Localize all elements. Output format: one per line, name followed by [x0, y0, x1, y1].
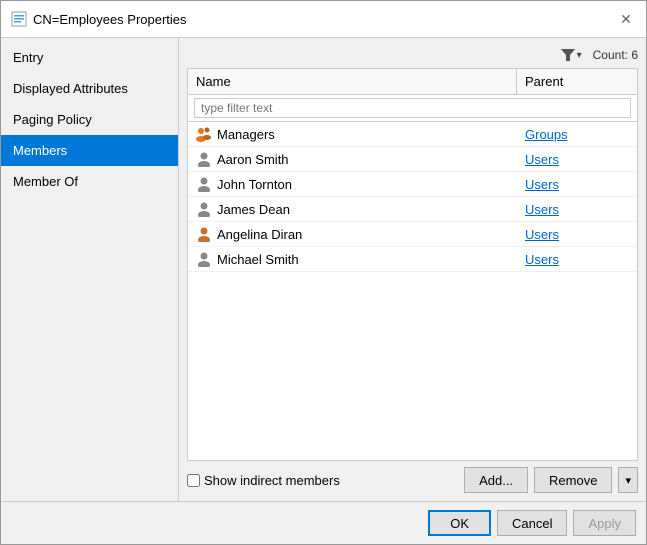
user-icon — [196, 176, 212, 192]
filter-dropdown-arrow: ▾ — [577, 50, 582, 61]
cell-name: Managers — [188, 122, 517, 146]
sidebar-item-member-of[interactable]: Member Of — [1, 166, 178, 197]
filter-row — [188, 95, 637, 122]
parent-link[interactable]: Users — [525, 227, 559, 242]
sidebar-item-displayed-attributes[interactable]: Displayed Attributes — [1, 73, 178, 104]
cell-name: Angelina Diran — [188, 222, 517, 246]
cell-name: Michael Smith — [188, 247, 517, 271]
cancel-button[interactable]: Cancel — [497, 510, 567, 536]
user-icon — [196, 251, 212, 267]
user-icon — [196, 201, 212, 217]
cell-parent: Users — [517, 172, 637, 196]
dialog-title: CN=Employees Properties — [33, 12, 187, 27]
user-icon — [196, 226, 212, 242]
table-body: Managers Groups Aaron S — [188, 122, 637, 460]
members-table: Name Parent — [187, 68, 638, 461]
dialog-body: Entry Displayed Attributes Paging Policy… — [1, 38, 646, 501]
parent-link[interactable]: Users — [525, 202, 559, 217]
toolbar-row: ▾ Count: 6 — [187, 46, 638, 64]
col-header-name: Name — [188, 69, 517, 94]
show-indirect-members-checkbox[interactable] — [187, 474, 200, 487]
col-header-parent: Parent — [517, 69, 637, 94]
sidebar-item-entry[interactable]: Entry — [1, 42, 178, 73]
table-row[interactable]: Michael Smith Users — [188, 247, 637, 272]
cell-parent: Users — [517, 222, 637, 246]
table-row[interactable]: Managers Groups — [188, 122, 637, 147]
count-label: Count: 6 — [593, 48, 638, 62]
parent-link[interactable]: Users — [525, 177, 559, 192]
cell-name: James Dean — [188, 197, 517, 221]
dialog-window: CN=Employees Properties ✕ Entry Displaye… — [0, 0, 647, 545]
cell-name: John Tornton — [188, 172, 517, 196]
table-row[interactable]: John Tornton Users — [188, 172, 637, 197]
main-content: ▾ Count: 6 Name Parent — [179, 38, 646, 501]
table-row[interactable]: Aaron Smith Users — [188, 147, 637, 172]
filter-input[interactable] — [194, 98, 631, 118]
table-header: Name Parent — [188, 69, 637, 95]
cell-parent: Users — [517, 147, 637, 171]
add-button[interactable]: Add... — [464, 467, 528, 493]
ok-button[interactable]: OK — [428, 510, 491, 536]
dialog-icon — [11, 11, 27, 27]
cell-parent: Groups — [517, 122, 637, 146]
sidebar-item-paging-policy[interactable]: Paging Policy — [1, 104, 178, 135]
dialog-footer: OK Cancel Apply — [1, 501, 646, 544]
parent-link[interactable]: Users — [525, 152, 559, 167]
user-icon — [196, 151, 212, 167]
parent-link[interactable]: Users — [525, 252, 559, 267]
close-button[interactable]: ✕ — [616, 9, 636, 29]
cell-name: Aaron Smith — [188, 147, 517, 171]
show-indirect-members-label[interactable]: Show indirect members — [187, 473, 340, 488]
dropdown-arrow-icon: ▾ — [625, 475, 631, 487]
cell-parent: Users — [517, 247, 637, 271]
cell-parent: Users — [517, 197, 637, 221]
title-bar: CN=Employees Properties ✕ — [1, 1, 646, 38]
filter-icon — [561, 49, 575, 61]
table-row[interactable]: James Dean Users — [188, 197, 637, 222]
dropdown-button[interactable]: ▾ — [618, 467, 638, 493]
group-icon — [196, 126, 212, 142]
parent-link[interactable]: Groups — [525, 127, 568, 142]
filter-button[interactable]: ▾ — [556, 46, 587, 64]
sidebar-item-members[interactable]: Members — [1, 135, 178, 166]
table-row[interactable]: Angelina Diran Users — [188, 222, 637, 247]
remove-button[interactable]: Remove — [534, 467, 612, 493]
bottom-controls: Show indirect members Add... Remove ▾ — [187, 467, 638, 493]
apply-button[interactable]: Apply — [573, 510, 636, 536]
sidebar: Entry Displayed Attributes Paging Policy… — [1, 38, 179, 501]
